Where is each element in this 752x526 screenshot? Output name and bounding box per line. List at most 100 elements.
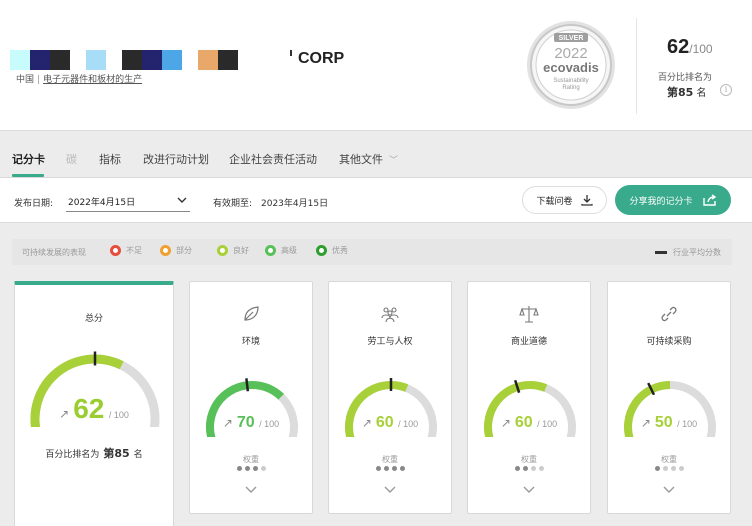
weight-label: 权重: [661, 455, 677, 464]
overall-score-title: 总分: [84, 314, 103, 324]
legend-title: 可持续发展的表现: [22, 248, 86, 257]
tab-carbon: 碳: [66, 153, 77, 166]
company-name: CORP: [298, 50, 345, 67]
weight-label: 权重: [243, 455, 259, 464]
weight-dot: [678, 466, 684, 471]
valid-until-value: 2023年4月15日: [261, 199, 329, 209]
weight-dot: [383, 466, 389, 471]
average-marker-icon: [655, 251, 667, 254]
weight-dot: [530, 466, 536, 471]
info-icon[interactable]: i: [720, 84, 732, 96]
weight-dot: [514, 466, 520, 471]
chevron-down-icon: ﹀: [389, 156, 399, 166]
weight-dot: [244, 466, 250, 471]
theme-card-people[interactable]: 劳工与人权 ↗ 60 / 100 权重: [328, 281, 452, 514]
status-ring-icon: [265, 245, 276, 256]
trend-up-icon: ↗: [640, 416, 651, 430]
share-scorecard-button[interactable]: 分享我的记分卡: [615, 185, 731, 215]
status-ring-icon: [160, 245, 171, 256]
weight-label: 权重: [521, 455, 537, 464]
legend-industry-average: 行业平均分数: [655, 247, 721, 258]
legend-item: 不足: [110, 245, 142, 256]
weight-dots: [468, 466, 590, 471]
status-ring-icon: [110, 245, 121, 256]
tab-improvement-plan[interactable]: 改进行动计划: [143, 151, 209, 167]
tab-indicators[interactable]: 指标: [99, 151, 121, 167]
weight-dot: [260, 466, 266, 471]
svg-text:Sustainability: Sustainability: [553, 78, 588, 84]
header-percentile-label: 百分比排名为: [658, 73, 713, 83]
country-label: 中国: [16, 75, 35, 85]
scorecard-page: CORP 中国 | 电子元器件和板材的生产 SILVER 2022 ecovadis…: [0, 0, 752, 526]
link-icon: [661, 306, 677, 322]
tab-csr-activities[interactable]: 企业社会责任活动: [229, 151, 317, 167]
chevron-down-icon: [177, 197, 187, 203]
header-rank: 第85 名: [667, 86, 707, 99]
valid-until-label: 有效期至:: [213, 199, 253, 209]
header-score: 62/100: [667, 36, 713, 58]
weight-dot: [236, 466, 242, 471]
download-questionnaire-button[interactable]: 下载问卷: [522, 186, 607, 214]
company-logo-redacted: [10, 50, 238, 70]
trend-up-icon: ↗: [59, 407, 70, 421]
theme-card-scales[interactable]: 商业道德 ↗ 60 / 100 权重: [467, 281, 591, 514]
theme-title: 商业道德: [510, 337, 547, 347]
overall-score-value: ↗ 62 / 100: [59, 393, 129, 424]
legend-item: 良好: [217, 245, 249, 256]
theme-title: 可持续采购: [646, 337, 692, 347]
legend-item: 优秀: [316, 245, 348, 256]
ecovadis-silver-medal: SILVER 2022 ecovadis Sustainability Rati…: [527, 21, 615, 109]
svg-text:Rating: Rating: [562, 85, 579, 91]
weight-dots: [190, 466, 312, 471]
weight-dot: [522, 466, 528, 471]
legend-item: 高级: [265, 245, 297, 256]
chevron-down-icon[interactable]: [383, 485, 397, 495]
status-ring-icon: [217, 245, 228, 256]
theme-card-link[interactable]: 可持续采购 ↗ 50 / 100 权重: [607, 281, 731, 514]
weight-dots: [329, 466, 451, 471]
people-icon: [381, 307, 399, 323]
weight-dot: [654, 466, 660, 471]
trend-up-icon: ↗: [361, 416, 372, 430]
tab-scorecard[interactable]: 记分卡: [12, 151, 45, 167]
download-icon: [580, 195, 593, 206]
share-icon: [702, 194, 716, 206]
theme-title: 环境: [241, 337, 260, 347]
publish-date-label: 发布日期:: [14, 199, 54, 209]
trend-up-icon: ↗: [222, 416, 233, 430]
chevron-down-icon[interactable]: [244, 485, 258, 495]
theme-title: 劳工与人权: [367, 337, 413, 347]
trend-up-icon: ↗: [500, 416, 511, 430]
theme-score-value: ↗ 60 / 100: [500, 414, 558, 431]
publish-date-select[interactable]: 2022年4月15日: [66, 192, 190, 212]
industry-average-marker: [245, 378, 250, 392]
weight-dot: [662, 466, 668, 471]
weight-dots: [608, 466, 730, 471]
overall-score-card[interactable]: 总分 ↗ 62 / 100 百分比排名为 第85 名: [14, 281, 174, 526]
weight-dot: [399, 466, 405, 471]
industry-link[interactable]: 电子元器件和板材的生产: [43, 75, 142, 85]
weight-dot: [375, 466, 381, 471]
weight-dot: [252, 466, 258, 471]
company-header: CORP 中国 | 电子元器件和板材的生产 SILVER 2022 ecovadis…: [0, 0, 752, 131]
scales-icon: [519, 306, 539, 323]
performance-legend: 可持续发展的表现 不足 部分 良好 高级 优秀 行业平均分数: [12, 239, 732, 265]
scorecard-tabs: 记分卡 碳 指标 改进行动计划 企业社会责任活动 其他文件 ﹀: [0, 141, 752, 177]
theme-card-leaf[interactable]: 环境 ↗ 70 / 100 权重: [189, 281, 313, 514]
chevron-down-icon[interactable]: [522, 485, 536, 495]
weight-dot: [670, 466, 676, 471]
weight-dot: [391, 466, 397, 471]
company-subline: 中国 | 电子元器件和板材的生产: [16, 75, 143, 85]
theme-score-value: ↗ 60 / 100: [361, 414, 419, 431]
legend-item: 部分: [160, 245, 192, 256]
tab-other-documents[interactable]: 其他文件 ﹀: [339, 151, 398, 167]
overall-percentile-rank: 百分比排名为 第85 名: [45, 447, 143, 460]
svg-text:ecovadis: ecovadis: [543, 60, 599, 75]
date-toolbar: 发布日期: 2022年4月15日 有效期至: 2023年4月15日 下载问卷 分…: [0, 178, 752, 223]
svg-text:SILVER: SILVER: [559, 35, 584, 42]
theme-score-value: ↗ 70 / 100: [222, 414, 280, 431]
weight-dot: [538, 466, 544, 471]
chevron-down-icon[interactable]: [662, 485, 676, 495]
weight-label: 权重: [382, 455, 398, 464]
leaf-icon: [244, 306, 259, 321]
